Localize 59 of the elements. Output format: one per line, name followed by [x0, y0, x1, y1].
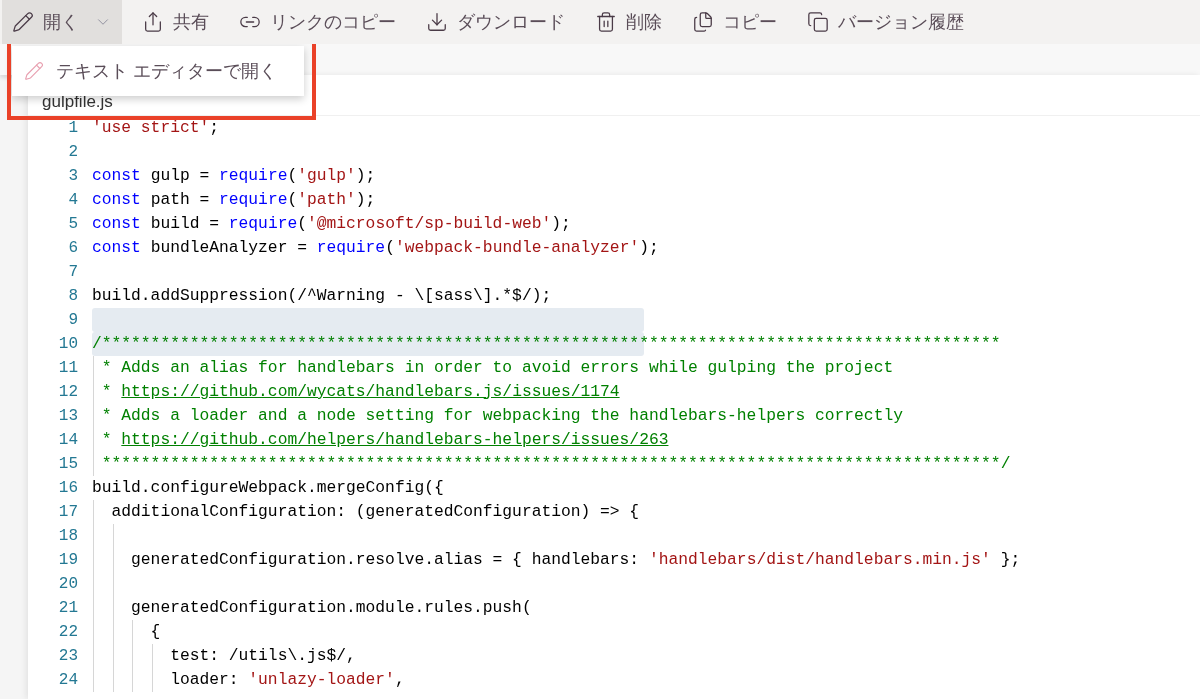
line-number: 1 [67, 118, 78, 139]
trash-icon [595, 11, 617, 33]
toolbar-button[interactable]: コピー [682, 0, 787, 44]
code-line: additionalConfiguration: (generatedConfiguration) => { [110, 500, 640, 523]
toolbar-button[interactable]: 共有 [132, 0, 219, 44]
line-number: 9 [67, 310, 78, 331]
code-line: generatedConfiguration.resolve.alias = { handlebars: 'handlebars/dist/handlebars.min.js' }; [130, 548, 1021, 571]
line-number: 16 [57, 478, 78, 499]
code-line: { [149, 620, 161, 643]
code-line: ********************************************************************************************/ [100, 452, 1011, 475]
code-line: generatedConfiguration.module.rules.push( [130, 596, 532, 619]
line-number: 13 [57, 406, 78, 427]
file-name: gulpfile.js [42, 93, 113, 110]
copy-icon [692, 11, 714, 33]
line-number: 22 [57, 622, 78, 643]
line-number: 21 [57, 598, 78, 619]
code-line: loader: 'unlazy-loader', [169, 668, 405, 691]
code-line: const bundleAnalyzer = require('webpack-bundle-analyzer'); [92, 236, 659, 259]
line-number: 12 [57, 382, 78, 403]
share-icon [142, 11, 164, 33]
toolbar-button[interactable]: 削除 [585, 0, 672, 44]
line-number: 5 [67, 214, 78, 235]
code-line: const gulp = require('gulp'); [92, 164, 376, 187]
line-number: 6 [67, 238, 78, 259]
toolbar-button[interactable]: バージョン履歴 [797, 0, 974, 44]
line-number: 3 [67, 166, 78, 187]
code-line: /******************************************************************************************** [92, 332, 1001, 355]
toolbar-button[interactable]: リンクのコピー [229, 0, 406, 44]
code-line: const path = require('path'); [92, 188, 376, 211]
code-line: * Adds a loader and a node setting for webpacking the handlebars-helpers correctly [100, 404, 903, 427]
code-line: * Adds an alias for handlebars in order to avoid errors while gulping the project [100, 356, 894, 379]
menu-item[interactable]: テキスト エディターで開く [12, 51, 304, 91]
code-line: build.addSuppression(/^Warning - \[sass\].*$/); [92, 284, 552, 307]
line-number: 10 [57, 334, 78, 355]
line-number: 17 [57, 502, 78, 523]
line-number: 18 [57, 526, 78, 547]
code-line: test: /utils\.js$/, [169, 644, 356, 667]
code-line: * https://github.com/helpers/handlebars-helpers/issues/263 [100, 428, 669, 451]
toolbar-button[interactable]: 開く [2, 0, 122, 44]
pencil-icon [24, 61, 44, 81]
line-number: 20 [57, 574, 78, 595]
line-number: 4 [67, 190, 78, 211]
line-number: 11 [57, 358, 78, 379]
code-line: 'use strict'; [92, 116, 220, 139]
download-icon [426, 11, 448, 33]
line-number: 23 [57, 646, 78, 667]
line-number: 2 [67, 142, 78, 163]
code-line: const build = require('@microsoft/sp-build-web'); [92, 212, 571, 235]
line-number: 24 [57, 670, 78, 691]
line-number: 7 [67, 262, 78, 283]
pencil-icon [12, 11, 34, 33]
code-line: * https://github.com/wycats/handlebars.js/issues/1174 [100, 380, 620, 403]
line-number: 14 [57, 430, 78, 451]
code-line: build.configureWebpack.mergeConfig({ [92, 476, 444, 499]
line-number: 8 [67, 286, 78, 307]
line-number: 19 [57, 550, 78, 571]
line-number: 15 [57, 454, 78, 475]
stacked-squares-icon [807, 11, 829, 33]
toolbar-button[interactable]: ダウンロード [416, 0, 575, 44]
